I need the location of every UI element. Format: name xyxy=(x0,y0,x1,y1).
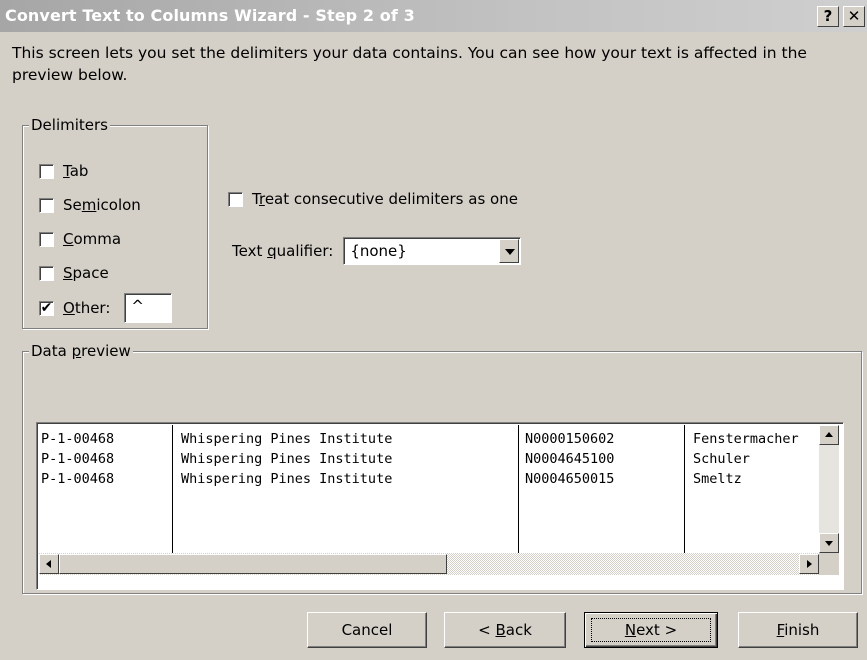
other-checkbox[interactable]: ✔ xyxy=(39,300,54,316)
space-label: Space xyxy=(63,264,109,282)
tab-checkbox-row[interactable]: Tab xyxy=(39,159,88,183)
chevron-down-icon xyxy=(505,249,516,255)
cancel-button[interactable]: Cancel xyxy=(307,612,427,648)
focus-rectangle xyxy=(591,618,711,642)
space-checkbox[interactable] xyxy=(39,265,54,281)
arrow-left-icon xyxy=(46,560,51,568)
consecutive-delimiters-label: Treat consecutive delimiters as one xyxy=(252,190,518,208)
space-checkbox-row[interactable]: Space xyxy=(39,261,109,285)
finish-button[interactable]: Finish xyxy=(738,612,858,648)
preview-cell: P-1-00468 xyxy=(41,431,115,447)
delimiters-group: Delimiters Tab Semicolon Comma Space ✔ O… xyxy=(22,115,208,329)
comma-checkbox-row[interactable]: Comma xyxy=(39,227,121,251)
data-preview-legend: Data preview xyxy=(29,341,133,361)
comma-label: Comma xyxy=(63,230,122,248)
arrow-down-icon xyxy=(825,541,833,546)
next-button[interactable]: Next > xyxy=(584,612,718,648)
preview-cell: Whispering Pines Institute xyxy=(181,451,393,467)
preview-column-2[interactable]: Whispering Pines Institute Whispering Pi… xyxy=(173,425,517,553)
tab-label: Tab xyxy=(63,162,89,180)
arrow-up-icon xyxy=(825,432,833,437)
title-bar: Convert Text to Columns Wizard - Step 2 … xyxy=(0,0,867,32)
text-qualifier-select[interactable]: {none} xyxy=(343,237,522,265)
scrollbar-corner xyxy=(819,553,839,575)
comma-checkbox[interactable] xyxy=(39,231,54,247)
other-delimiter-input[interactable]: ^ xyxy=(124,293,173,323)
preview-cell: N0004650015 xyxy=(525,471,615,487)
preview-column-3[interactable]: N0000150602 N0004645100 N0004650015 xyxy=(519,425,683,553)
preview-cell: Whispering Pines Institute xyxy=(181,471,393,487)
preview-grid[interactable]: P-1-00468 P-1-00468 P-1-00468 Whispering… xyxy=(39,425,819,553)
vertical-scrollbar[interactable] xyxy=(819,425,839,553)
data-preview-pane[interactable]: P-1-00468 P-1-00468 P-1-00468 Whispering… xyxy=(36,422,844,590)
consecutive-delimiters-checkbox[interactable] xyxy=(228,191,243,207)
arrow-right-icon xyxy=(807,560,812,568)
preview-column-1[interactable]: P-1-00468 P-1-00468 P-1-00468 xyxy=(39,425,171,553)
preview-cell: Smeltz xyxy=(693,471,742,487)
preview-cell: Fenstermacher xyxy=(693,431,799,447)
scroll-right-button[interactable] xyxy=(799,554,819,574)
semicolon-label: Semicolon xyxy=(63,196,141,214)
preview-cell: P-1-00468 xyxy=(41,451,115,467)
help-button[interactable]: ? xyxy=(817,6,839,27)
semicolon-checkbox-row[interactable]: Semicolon xyxy=(39,193,141,217)
preview-cell: N0004645100 xyxy=(525,451,615,467)
back-button[interactable]: < Back xyxy=(444,612,566,648)
scroll-left-button[interactable] xyxy=(39,554,59,574)
close-button[interactable]: ✕ xyxy=(843,6,865,27)
preview-cell: P-1-00468 xyxy=(41,471,115,487)
window-title: Convert Text to Columns Wizard - Step 2 … xyxy=(5,6,415,25)
preview-column-4[interactable]: Fenstermacher Schuler Smeltz xyxy=(685,425,819,553)
tab-checkbox[interactable] xyxy=(39,163,54,179)
instructions-text: This screen lets you set the delimiters … xyxy=(12,44,807,84)
text-qualifier-row: Text qualifier: {none} xyxy=(232,237,522,265)
other-label: Other: xyxy=(63,299,111,317)
preview-cell: Schuler xyxy=(693,451,750,467)
text-qualifier-label: Text qualifier: xyxy=(232,242,334,260)
consecutive-delimiters-row[interactable]: Treat consecutive delimiters as one xyxy=(228,190,518,208)
horizontal-scroll-thumb[interactable] xyxy=(59,554,447,574)
preview-cell: Whispering Pines Institute xyxy=(181,431,393,447)
preview-cell: N0000150602 xyxy=(525,431,615,447)
delimiters-legend: Delimiters xyxy=(29,115,110,135)
text-qualifier-value: {none} xyxy=(350,242,407,260)
scroll-up-button[interactable] xyxy=(819,425,839,445)
dropdown-button[interactable] xyxy=(499,239,520,263)
horizontal-scrollbar[interactable] xyxy=(39,553,819,575)
semicolon-checkbox[interactable] xyxy=(39,197,54,213)
scroll-down-button[interactable] xyxy=(819,533,839,553)
other-checkbox-row[interactable]: ✔ Other: ^ xyxy=(39,292,173,324)
